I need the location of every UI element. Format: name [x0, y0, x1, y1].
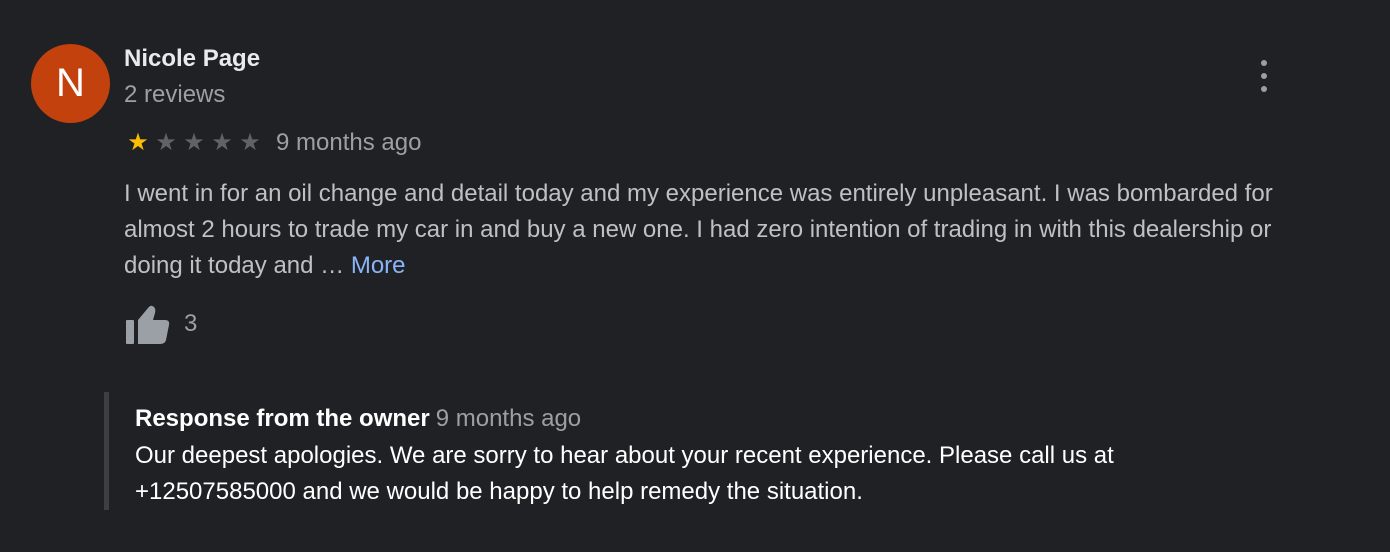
star-icon: ★: [127, 129, 149, 156]
owner-response-header: Response from the owner 9 months ago: [135, 404, 581, 434]
reviewer-name[interactable]: Nicole Page: [124, 44, 260, 74]
rating-row: ★ ★ ★ ★ ★ 9 months ago: [124, 128, 421, 158]
star-icon: ★: [183, 129, 205, 156]
star-rating: ★ ★ ★ ★ ★: [124, 131, 264, 155]
owner-response-time: 9 months ago: [435, 405, 582, 432]
star-icon: ★: [155, 129, 177, 156]
owner-response-text: Our deepest apologies. We are sorry to h…: [135, 442, 1114, 505]
review-time: 9 months ago: [276, 129, 422, 156]
star-icon: ★: [211, 129, 233, 156]
review-card: N Nicole Page 2 reviews ★ ★ ★ ★ ★ 9 months a…: [0, 0, 1390, 552]
more-options-dot: [1261, 60, 1267, 66]
like-count: 3: [184, 310, 198, 337]
review-text: I went in for an oil change and detail t…: [124, 176, 1304, 284]
more-link[interactable]: More: [351, 252, 406, 279]
star-icon: ★: [239, 129, 261, 156]
more-options-icon[interactable]: [1250, 60, 1278, 92]
like-button[interactable]: 3: [124, 304, 197, 344]
more-options-dot: [1261, 86, 1267, 92]
owner-response: Response from the owner 9 months ago Our …: [104, 392, 1269, 510]
owner-response-label: Response from the owner: [135, 405, 430, 432]
more-options-dot: [1261, 73, 1267, 79]
avatar[interactable]: N: [31, 44, 110, 123]
reviewer-review-count[interactable]: 2 reviews: [124, 80, 225, 110]
thumb-up-icon: [126, 305, 170, 344]
review-body: I went in for an oil change and detail t…: [124, 180, 1273, 279]
